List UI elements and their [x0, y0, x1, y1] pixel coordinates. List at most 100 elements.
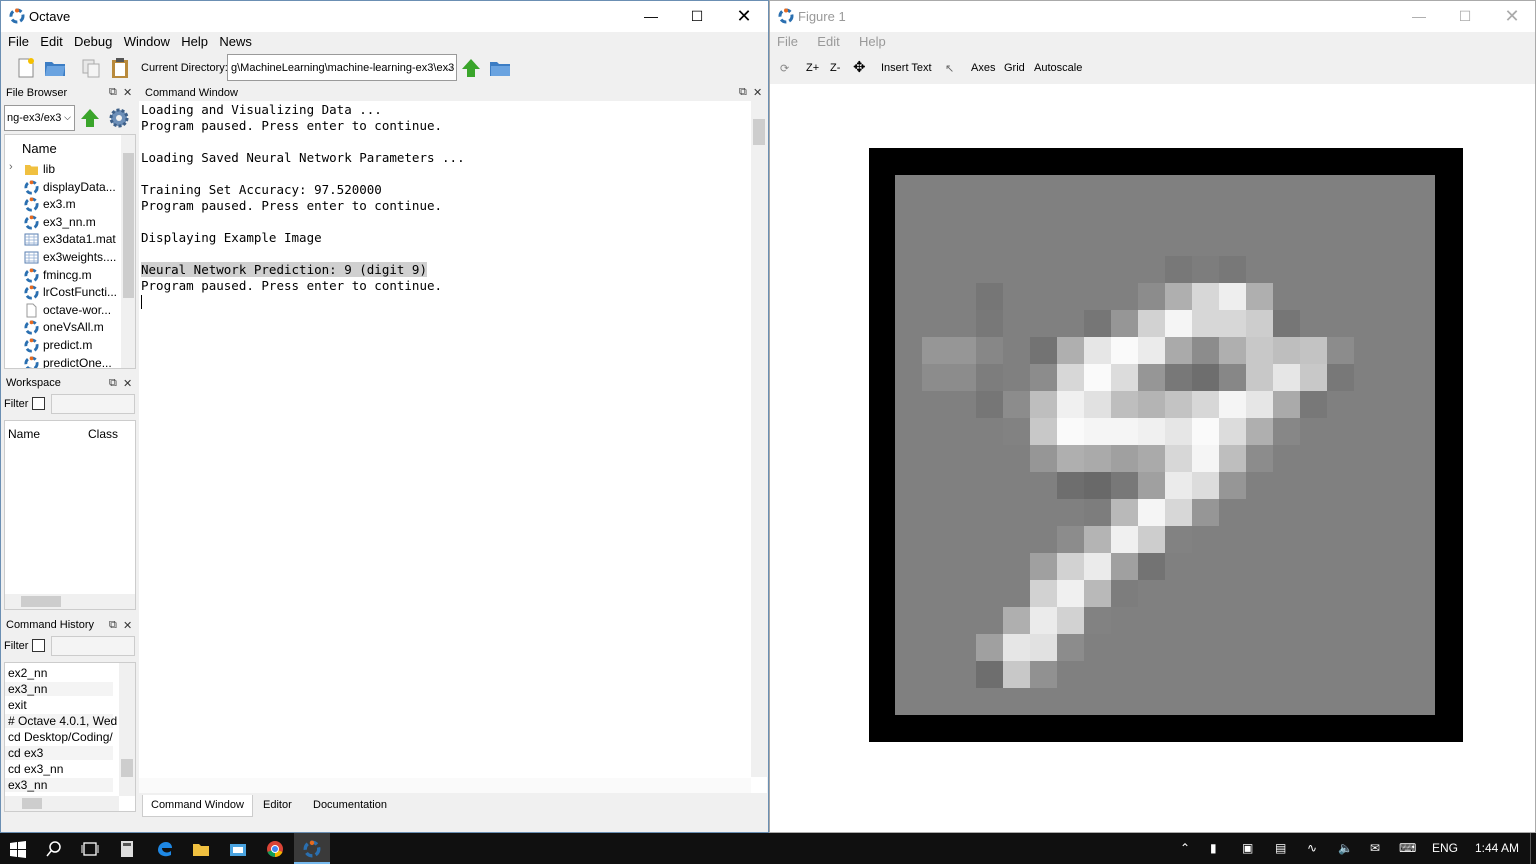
workspace-filter-checkbox[interactable]: [32, 397, 45, 410]
undock-icon[interactable]: ⧉: [739, 86, 747, 99]
figure-canvas[interactable]: [770, 84, 1535, 832]
show-hidden-icons-icon[interactable]: ⌃: [1180, 841, 1190, 855]
zoom-out-button[interactable]: Z-: [830, 62, 840, 74]
history-item[interactable]: ex2_nn: [8, 666, 47, 680]
file-list-scrollbar[interactable]: [121, 135, 135, 368]
minimize-button[interactable]: —: [1396, 1, 1442, 32]
close-panel-icon[interactable]: ✕: [123, 377, 132, 390]
file-browser-path[interactable]: ng-ex3/ex3 ⌵: [4, 105, 75, 131]
store-icon[interactable]: [229, 840, 247, 858]
copy-icon[interactable]: [80, 57, 102, 79]
file-item[interactable]: ex3_nn.m: [5, 214, 121, 231]
menu-news[interactable]: News: [212, 32, 252, 49]
tab-command-window[interactable]: Command Window: [142, 795, 253, 817]
close-button[interactable]: ✕: [721, 1, 767, 32]
rotate-icon[interactable]: ⟳: [780, 62, 789, 75]
close-panel-icon[interactable]: ✕: [123, 619, 132, 632]
scrollbar-thumb[interactable]: [21, 596, 61, 607]
new-file-icon[interactable]: [15, 57, 37, 79]
file-item[interactable]: displayData...: [5, 179, 121, 196]
workspace-hscrollbar[interactable]: [5, 594, 135, 609]
file-item[interactable]: ex3.m: [5, 196, 121, 213]
grid-button[interactable]: Grid: [1004, 62, 1025, 74]
device-icon[interactable]: ▣: [1242, 841, 1253, 855]
scrollbar-thumb[interactable]: [22, 798, 42, 809]
pointer-icon[interactable]: ↖: [945, 62, 954, 75]
current-directory-input[interactable]: g\MachineLearning\machine-learning-ex3\e…: [227, 54, 457, 81]
menu-edit[interactable]: Edit: [810, 32, 839, 49]
history-item[interactable]: cd Desktop/Coding/: [8, 730, 113, 744]
menu-debug[interactable]: Debug: [67, 32, 112, 49]
command-window-scrollbar[interactable]: [751, 101, 767, 777]
pan-icon[interactable]: ✥: [853, 58, 866, 76]
figure-titlebar[interactable]: Figure 1 — ☐ ✕: [770, 1, 1535, 32]
minimize-button[interactable]: —: [628, 1, 674, 32]
gear-icon[interactable]: [107, 106, 131, 130]
wifi-icon[interactable]: ∿: [1307, 841, 1317, 855]
maximize-button[interactable]: ☐: [674, 1, 720, 32]
close-panel-icon[interactable]: ✕: [123, 86, 132, 99]
octave-titlebar[interactable]: Octave — ☐ ✕: [1, 1, 768, 32]
history-item[interactable]: cd ex3_nn: [8, 762, 63, 776]
menu-help[interactable]: Help: [174, 32, 208, 49]
clock[interactable]: 1:44 AM: [1475, 841, 1519, 855]
command-window[interactable]: Loading and Visualizing Data ... Program …: [139, 101, 767, 793]
close-button[interactable]: ✕: [1489, 1, 1535, 32]
notification-icon[interactable]: ✉: [1370, 841, 1380, 855]
history-filter-input[interactable]: [51, 636, 135, 656]
close-panel-icon[interactable]: ✕: [753, 86, 762, 99]
insert-text-button[interactable]: Insert Text: [881, 62, 932, 74]
history-item[interactable]: exit: [8, 698, 27, 712]
history-item[interactable]: ex3_nn: [5, 682, 113, 696]
undock-icon[interactable]: ⧉: [109, 377, 117, 390]
chevron-down-icon[interactable]: ⌵: [446, 63, 453, 74]
history-filter-checkbox[interactable]: [32, 639, 45, 652]
language-indicator[interactable]: ENG: [1432, 841, 1458, 855]
chevron-right-icon[interactable]: ›: [9, 161, 13, 173]
search-icon[interactable]: [45, 840, 63, 858]
chrome-icon[interactable]: [266, 840, 284, 858]
browse-directory-icon[interactable]: [489, 57, 511, 79]
up-arrow-icon[interactable]: [79, 107, 101, 129]
parent-directory-icon[interactable]: [460, 57, 482, 79]
menu-help[interactable]: Help: [852, 32, 886, 49]
command-window-hscrollbar[interactable]: [139, 778, 751, 793]
axes-button[interactable]: Axes: [971, 62, 995, 74]
paste-icon[interactable]: [109, 57, 131, 79]
octave-taskbar-button[interactable]: [294, 833, 330, 864]
file-item[interactable]: predictOne...: [5, 355, 121, 368]
menu-file[interactable]: File: [1, 32, 29, 49]
history-item[interactable]: ex3_nn: [5, 778, 113, 792]
history-item[interactable]: # Octave 4.0.1, Wed ...: [5, 714, 131, 728]
file-item[interactable]: ex3data1.mat: [5, 231, 121, 248]
scrollbar-thumb[interactable]: [121, 759, 133, 777]
menu-file[interactable]: File: [770, 32, 798, 49]
chevron-down-icon[interactable]: ⌵: [64, 112, 71, 123]
autoscale-button[interactable]: Autoscale: [1034, 62, 1082, 74]
tab-editor[interactable]: Editor: [255, 795, 300, 817]
scrollbar-thumb[interactable]: [753, 119, 765, 145]
zoom-in-button[interactable]: Z+: [806, 62, 819, 74]
file-item[interactable]: oneVsAll.m: [5, 319, 121, 336]
edge-browser-icon[interactable]: [156, 840, 174, 858]
file-list-header-name[interactable]: Name: [22, 141, 57, 156]
windows-start-icon[interactable]: [9, 840, 27, 858]
file-explorer-icon[interactable]: [192, 840, 210, 858]
keyboard-icon[interactable]: ⌨: [1399, 841, 1416, 855]
workspace-filter-input[interactable]: [51, 394, 135, 414]
task-view-icon[interactable]: [81, 840, 99, 858]
file-item[interactable]: lrCostFuncti...: [5, 284, 121, 301]
volume-icon[interactable]: 🔈: [1338, 841, 1353, 855]
history-hscrollbar[interactable]: [5, 796, 119, 811]
menu-edit[interactable]: Edit: [33, 32, 62, 49]
file-item[interactable]: octave-wor...: [5, 302, 121, 319]
menu-window[interactable]: Window: [117, 32, 170, 49]
undock-icon[interactable]: ⧉: [109, 86, 117, 99]
storage-icon[interactable]: ▤: [1275, 841, 1286, 855]
tab-documentation[interactable]: Documentation: [305, 795, 395, 817]
show-desktop-button[interactable]: [1530, 833, 1536, 864]
history-item[interactable]: cd ex3: [5, 746, 113, 760]
calculator-icon[interactable]: [118, 840, 136, 858]
history-scrollbar[interactable]: [119, 663, 135, 796]
undock-icon[interactable]: ⧉: [109, 619, 117, 632]
